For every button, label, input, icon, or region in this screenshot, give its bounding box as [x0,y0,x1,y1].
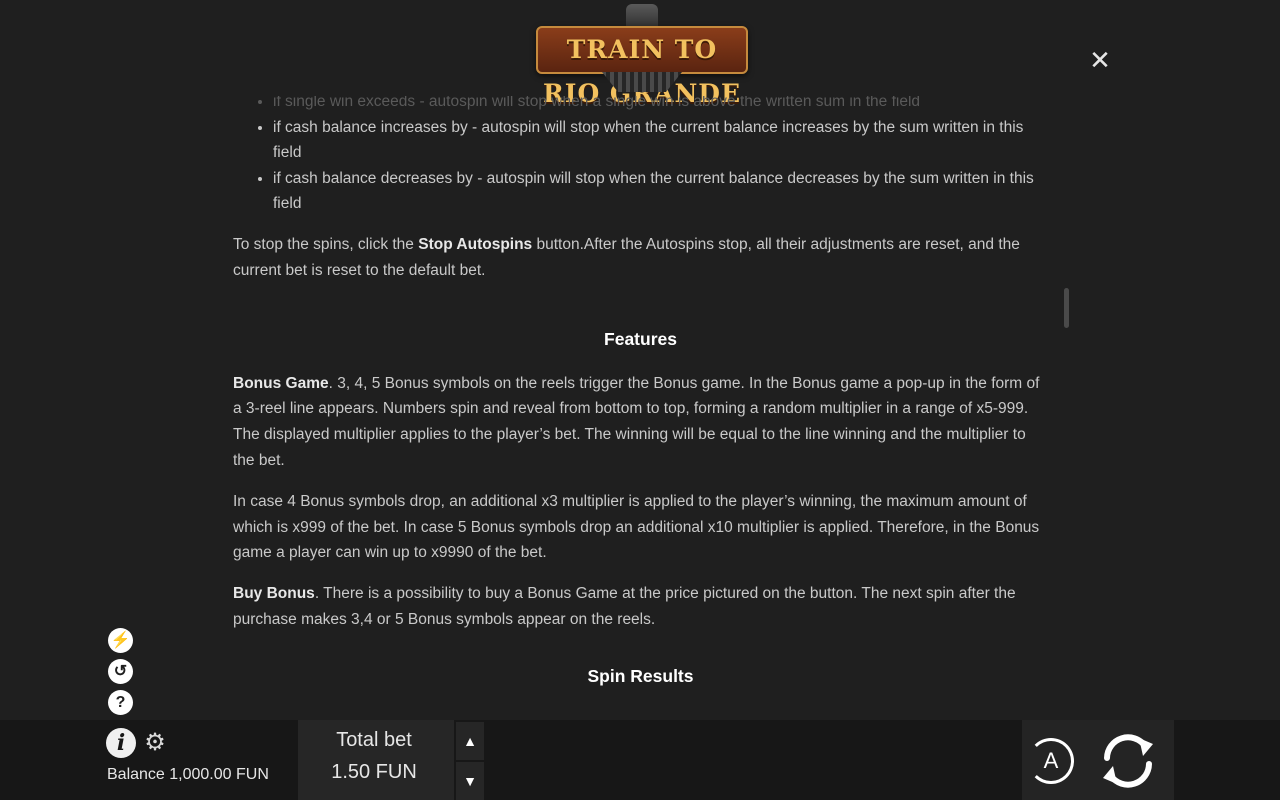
list-item: if cash balance increases by - autospin … [273,115,1048,166]
help-icon[interactable]: ? [108,690,133,715]
scrollbar-thumb[interactable] [1064,288,1069,328]
balance-display: Balance 1,000.00 FUN [107,766,269,783]
paragraph-text: . There is a possibility to buy a Bonus … [233,584,1016,628]
game-logo: TRAIN TO RIO GRANDE [536,2,748,108]
close-icon[interactable]: ✕ [1086,46,1114,74]
spin-button[interactable] [1095,728,1161,794]
bonus-game-paragraph: Bonus Game. 3, 4, 5 Bonus symbols on the… [233,371,1048,473]
spin-arrows-icon [1103,734,1153,788]
features-heading: Features [604,329,677,350]
rules-content[interactable]: if single win exceeds - autospin will st… [233,96,1048,716]
bonus-game-term: Bonus Game [233,374,329,392]
paragraph-text: . 3, 4, 5 Bonus symbols on the reels tri… [233,374,1040,469]
total-bet-value: 1.50 FUN [331,761,417,783]
buy-bonus-term: Buy Bonus [233,584,315,602]
history-icon[interactable]: ↺ [108,659,133,684]
autospin-stop-list: if single win exceeds - autospin will st… [233,96,1048,217]
autoplay-letter: A [1043,748,1059,773]
turbo-icon[interactable]: ⚡ [108,628,133,653]
buy-bonus-paragraph: Buy Bonus. There is a possibility to buy… [233,581,1048,632]
spin-results-heading: Spin Results [587,666,694,687]
total-bet-label: Total bet [336,729,412,751]
multiplier-paragraph: In case 4 Bonus symbols drop, an additio… [233,493,1040,562]
bet-increase-button[interactable]: ▲ [456,722,484,760]
bet-decrease-button[interactable]: ▼ [456,762,484,800]
autoplay-button[interactable]: A [1028,738,1074,784]
info-icon[interactable]: i [106,728,136,758]
logo-plate: TRAIN TO RIO GRANDE [536,26,748,108]
stop-autospin-paragraph: To stop the spins, click the Stop Autosp… [233,232,1048,283]
list-item: if single win exceeds - autospin will st… [273,96,1048,115]
paragraph-text: To stop the spins, click the [233,235,419,253]
stop-autospins-term: Stop Autospins [418,235,533,253]
gear-icon[interactable]: ⚙ [143,730,167,756]
list-item: if cash balance decreases by - autospin … [273,166,1048,217]
